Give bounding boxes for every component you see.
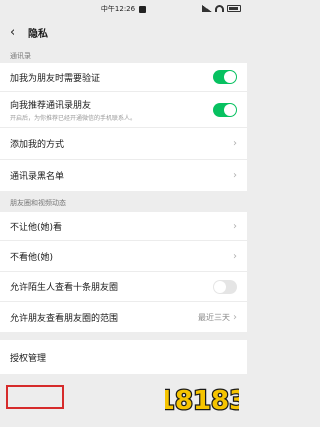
status-icons bbox=[202, 5, 241, 12]
dont-see-label: 不看他(她) bbox=[10, 252, 54, 263]
status-bar: 中午12:26 bbox=[0, 0, 247, 18]
dont-see-row[interactable]: 不看他(她) › bbox=[0, 241, 247, 272]
friend-range-row[interactable]: 允许朋友查看朋友圈的范围 最近三天 › bbox=[0, 302, 247, 332]
stranger-view-row[interactable]: 允许陌生人查看十条朋友圈 bbox=[0, 272, 247, 302]
add-method-row[interactable]: 添加我的方式 › bbox=[0, 128, 247, 160]
signal-icon bbox=[202, 5, 212, 12]
highlight-box bbox=[6, 385, 64, 409]
hide-from-row[interactable]: 不让他(她)看 › bbox=[0, 212, 247, 241]
recommend-description: 开启后，为你推荐已经开通微信的手机联系人。 bbox=[10, 114, 137, 122]
auth-group: 授权管理 bbox=[0, 340, 247, 374]
add-method-label: 添加我的方式 bbox=[10, 140, 65, 150]
contacts-group: 加我为朋友时需要验证 向我推荐通讯录朋友 开启后，为你推荐已经开通微信的手机联系… bbox=[0, 63, 247, 191]
watermark-logo: 18183 bbox=[165, 385, 239, 417]
wifi-icon bbox=[215, 5, 224, 12]
nav-bar: ‹ 隐私 bbox=[0, 18, 247, 46]
recommend-label: 向我推荐通讯录朋友 bbox=[10, 100, 92, 111]
chevron-right-icon: › bbox=[233, 311, 237, 323]
verify-row[interactable]: 加我为朋友时需要验证 bbox=[0, 63, 247, 92]
auth-row[interactable]: 授权管理 bbox=[0, 340, 247, 374]
recommend-toggle[interactable] bbox=[213, 102, 237, 117]
recommend-row[interactable]: 向我推荐通讯录朋友 开启后，为你推荐已经开通微信的手机联系人。 bbox=[0, 92, 247, 128]
verify-label: 加我为朋友时需要验证 bbox=[10, 73, 101, 84]
stranger-view-toggle[interactable] bbox=[213, 279, 237, 294]
hide-from-label: 不让他(她)看 bbox=[10, 222, 63, 233]
stranger-view-label: 允许陌生人查看十条朋友圈 bbox=[10, 283, 119, 293]
verify-toggle[interactable] bbox=[213, 70, 237, 84]
back-chevron-icon[interactable]: ‹ bbox=[10, 25, 28, 40]
chevron-right-icon: › bbox=[233, 250, 237, 262]
moments-group: 不让他(她)看 › 不看他(她) › 允许陌生人查看十条朋友圈 允许朋友查看朋友… bbox=[0, 212, 247, 332]
blacklist-row[interactable]: 通讯录黑名单 › bbox=[0, 160, 247, 191]
tiktok-notification-icon bbox=[139, 5, 147, 13]
auth-label: 授权管理 bbox=[10, 353, 47, 364]
watermark-text: 18183 bbox=[165, 386, 239, 416]
friend-range-label: 允许朋友查看朋友圈的范围 bbox=[10, 313, 119, 324]
section-label-moments: 朋友圈和视频动态 bbox=[10, 199, 66, 207]
status-time: 中午12:26 bbox=[100, 5, 136, 13]
blacklist-label: 通讯录黑名单 bbox=[10, 172, 65, 182]
section-label-contacts: 通讯录 bbox=[10, 52, 31, 60]
chevron-right-icon: › bbox=[233, 138, 237, 149]
friend-range-value: 最近三天 bbox=[198, 312, 230, 322]
page-title: 隐私 bbox=[28, 28, 48, 40]
battery-icon bbox=[227, 5, 241, 12]
chevron-right-icon: › bbox=[233, 220, 237, 232]
chevron-right-icon: › bbox=[233, 170, 237, 181]
